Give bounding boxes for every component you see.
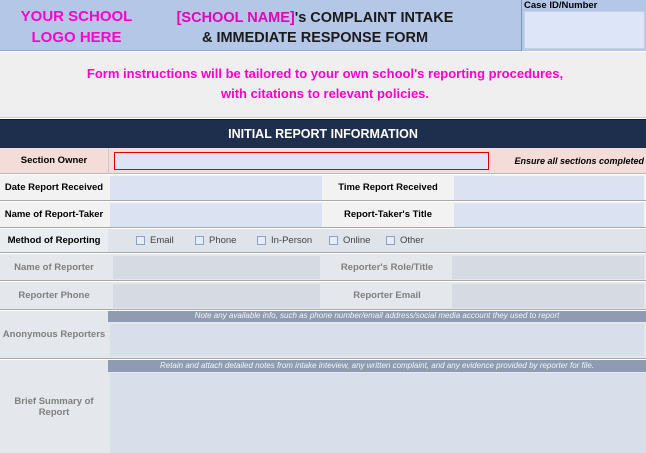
summary-label-line-1: Brief Summary of	[14, 395, 94, 407]
method-option-online[interactable]: Online	[329, 229, 370, 252]
date-received-label: Date Report Received	[4, 182, 104, 193]
method-option-phone[interactable]: Phone	[195, 229, 236, 252]
anonymous-note: Note any available info, such as phone n…	[108, 311, 646, 322]
school-logo-placeholder: YOUR SCHOOL LOGO HERE	[0, 6, 153, 48]
reporter-role-field[interactable]	[452, 256, 644, 279]
summary-note: Retain and attach detailed notes from in…	[108, 360, 646, 372]
report-taker-title-field[interactable]	[454, 203, 644, 227]
case-id-label: Case ID/Number	[524, 0, 598, 11]
method-in-person-label: In-Person	[271, 235, 313, 246]
email-checkbox[interactable]	[136, 236, 145, 245]
summary-row: Brief Summary of Report Retain and attac…	[0, 360, 646, 453]
instructions-line-1: Form instructions will be tailored to yo…	[86, 66, 564, 81]
method-other-label: Other	[400, 235, 424, 246]
reporter-phone-label: Reporter Phone	[18, 290, 90, 301]
report-taker-title-label: Report-Taker's Title	[344, 209, 432, 220]
anonymous-row: Anonymous Reporters Note any available i…	[0, 311, 646, 359]
section-owner-field[interactable]	[114, 152, 489, 170]
summary-field[interactable]	[110, 373, 646, 453]
method-label: Method of Reporting	[0, 229, 108, 252]
report-taker-field[interactable]	[110, 203, 322, 227]
reporter-name-label: Name of Reporter	[14, 261, 94, 273]
date-received-field[interactable]	[110, 176, 322, 200]
method-option-other[interactable]: Other	[386, 229, 424, 252]
logo-line-1: YOUR SCHOOL	[20, 8, 133, 25]
online-checkbox[interactable]	[329, 236, 338, 245]
anonymous-field[interactable]	[110, 324, 644, 356]
title-line-2: & IMMEDIATE RESPONSE FORM	[201, 30, 429, 46]
reporter-name-row: Name of Reporter Reporter's Role/Title	[0, 254, 646, 281]
form-title: [SCHOOL NAME]'s COMPLAINT INTAKE & IMMED…	[155, 8, 475, 48]
in-person-checkbox[interactable]	[257, 236, 266, 245]
reporter-phone-field[interactable]	[113, 284, 320, 308]
reporter-role-label: Reporter's Role/Title	[340, 261, 434, 273]
case-id-block: Case ID/Number	[521, 0, 646, 51]
reporter-name-field[interactable]	[113, 256, 320, 279]
case-id-field[interactable]	[524, 11, 645, 49]
title-school-name: [SCHOOL NAME]	[176, 10, 295, 26]
method-option-in-person[interactable]: In-Person	[257, 229, 312, 252]
anonymous-label: Anonymous Reporters	[2, 329, 106, 340]
logo-line-2: LOGO HERE	[31, 29, 122, 46]
section-title: INITIAL REPORT INFORMATION	[0, 119, 646, 148]
method-option-email[interactable]: Email	[136, 229, 174, 252]
method-online-label: Online	[343, 235, 371, 246]
report-taker-row: Name of Report-Taker Report-Taker's Titl…	[0, 202, 646, 228]
summary-label: Brief Summary of Report	[0, 360, 108, 453]
title-rest: 's COMPLAINT INTAKE	[294, 10, 454, 26]
date-time-row: Date Report Received Time Report Receive…	[0, 175, 646, 201]
instructions-line-2: with citations to relevant policies.	[220, 86, 430, 101]
method-phone-label: Phone	[209, 235, 237, 246]
section-owner-note: Ensure all sections completed	[514, 156, 644, 166]
reporter-email-field[interactable]	[452, 284, 644, 308]
report-taker-label: Name of Report-Taker	[4, 209, 104, 220]
time-received-label: Time Report Received	[338, 182, 438, 193]
method-row: Method of Reporting Email Phone In-Perso…	[0, 229, 646, 253]
time-received-field[interactable]	[454, 176, 644, 200]
section-owner-row: Section Owner Ensure all sections comple…	[0, 148, 646, 174]
other-checkbox[interactable]	[386, 236, 395, 245]
summary-label-line-2: Report	[38, 406, 70, 418]
phone-checkbox[interactable]	[195, 236, 204, 245]
instructions-banner: Form instructions will be tailored to yo…	[0, 52, 646, 118]
section-owner-label: Section Owner	[0, 148, 109, 174]
method-email-label: Email	[150, 235, 174, 246]
reporter-email-label: Reporter Email	[353, 290, 421, 301]
reporter-contact-row: Reporter Phone Reporter Email	[0, 282, 646, 310]
